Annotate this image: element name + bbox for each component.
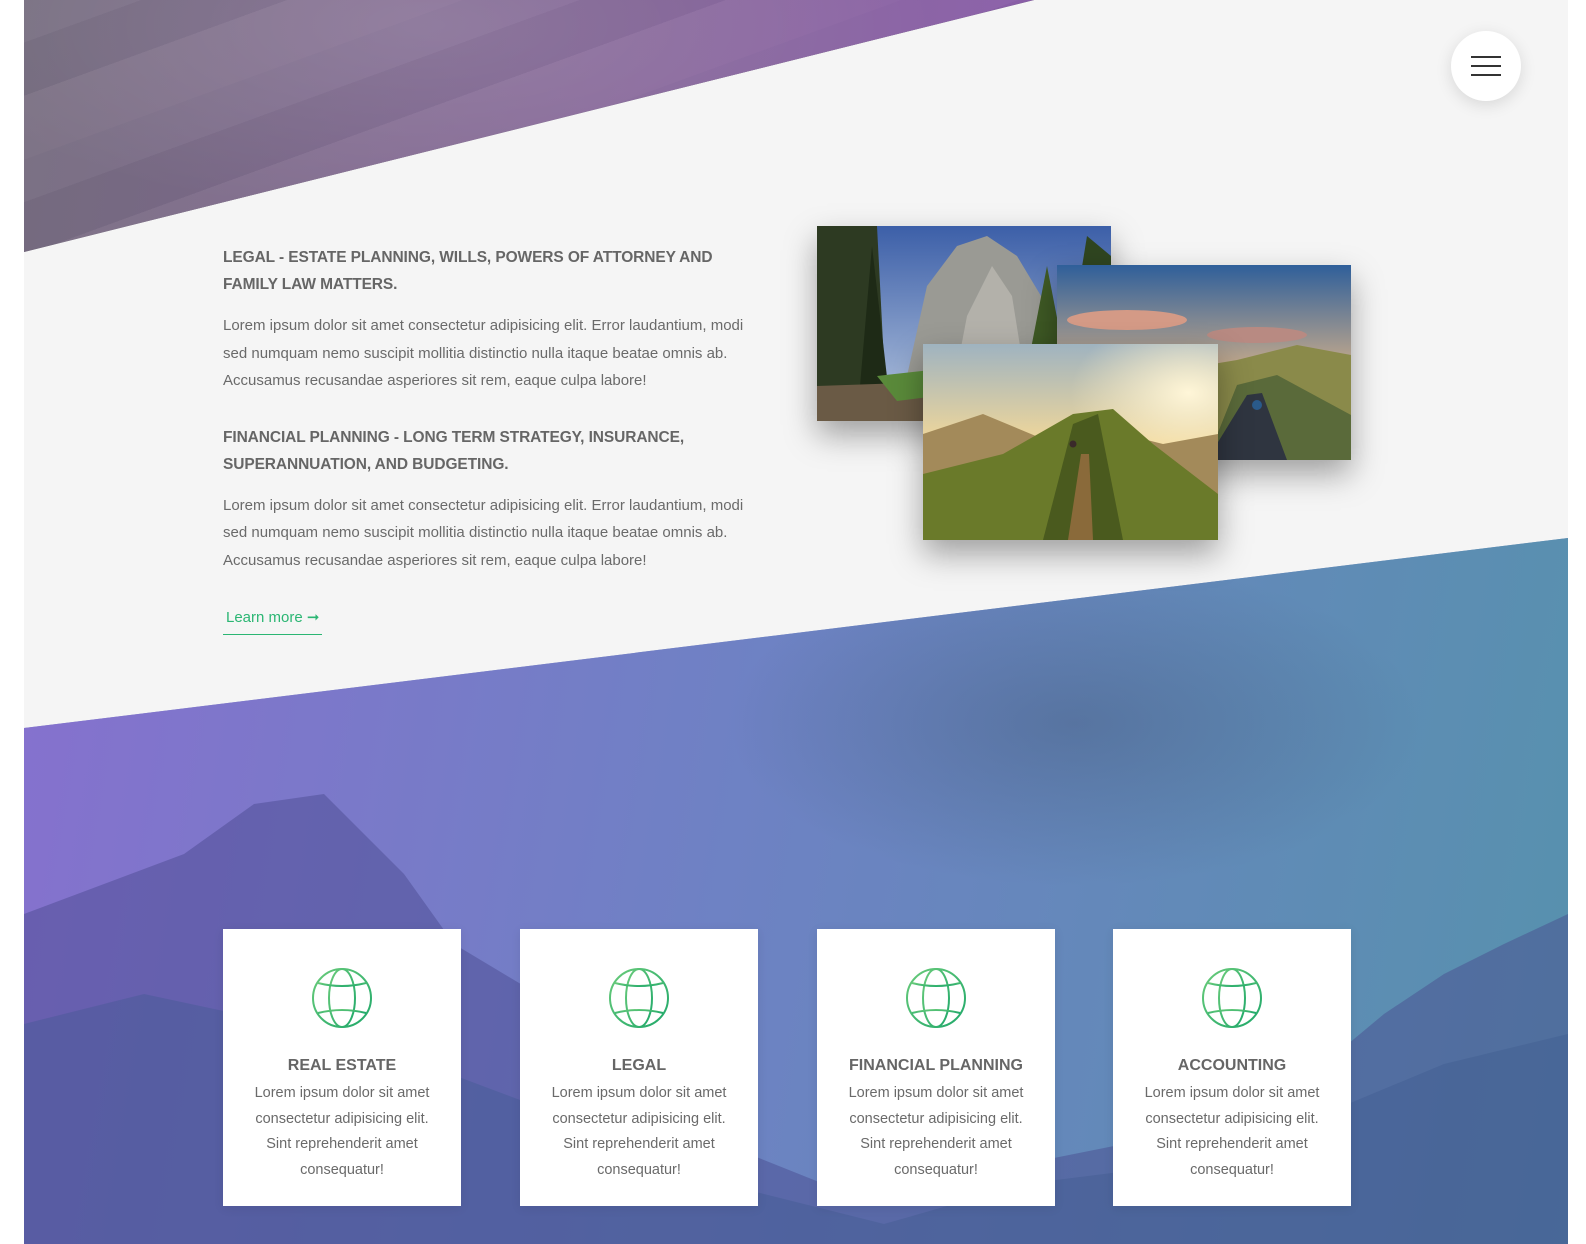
service-card-text: Lorem ipsum dolor sit amet consectetur a… bbox=[551, 1085, 727, 1178]
globe-icon bbox=[312, 968, 372, 1028]
globe-icon bbox=[1202, 968, 1262, 1028]
globe-icon bbox=[906, 968, 966, 1028]
globe-icon bbox=[609, 968, 669, 1028]
service-card-text: Lorem ipsum dolor sit amet consectetur a… bbox=[254, 1085, 430, 1178]
services-text-column: LEGAL - ESTATE PLANNING, WILLS, POWERS O… bbox=[223, 244, 768, 574]
service-card-accounting[interactable]: ACCOUNTING Lorem ipsum dolor sit amet co… bbox=[1113, 929, 1351, 1206]
service-card-title: ACCOUNTING bbox=[1177, 1057, 1287, 1074]
service-card-title: REAL ESTATE bbox=[287, 1057, 397, 1074]
service-card-text: Lorem ipsum dolor sit amet consectetur a… bbox=[848, 1085, 1024, 1178]
hamburger-menu-icon-line bbox=[1471, 74, 1501, 76]
service-card-real-estate[interactable]: REAL ESTATE Lorem ipsum dolor sit amet c… bbox=[223, 929, 461, 1206]
service-card-legal[interactable]: LEGAL Lorem ipsum dolor sit amet consect… bbox=[520, 929, 758, 1206]
mountain-ridge-hiker-photo bbox=[923, 344, 1218, 540]
section-paragraph: Lorem ipsum dolor sit amet consectetur a… bbox=[223, 317, 744, 389]
service-card-title: LEGAL bbox=[611, 1057, 667, 1074]
learn-more-link[interactable]: Learn more ➞ bbox=[223, 606, 323, 635]
hamburger-menu-icon bbox=[1471, 56, 1501, 58]
section-paragraph: Lorem ipsum dolor sit amet consectetur a… bbox=[223, 496, 744, 569]
hamburger-menu-icon-line bbox=[1471, 65, 1501, 67]
hero-image-wedge bbox=[24, 0, 1034, 252]
menu-button[interactable] bbox=[1451, 31, 1521, 101]
service-card-text: Lorem ipsum dolor sit amet consectetur a… bbox=[1144, 1085, 1320, 1178]
service-card-financial-planning[interactable]: FINANCIAL PLANNING Lorem ipsum dolor sit… bbox=[817, 929, 1055, 1206]
service-card-title: FINANCIAL PLANNING bbox=[849, 1057, 1023, 1074]
section-heading: LEGAL - ESTATE PLANNING, WILLS, POWERS O… bbox=[223, 249, 713, 293]
section-heading: FINANCIAL PLANNING - LONG TERM STRATEGY,… bbox=[223, 428, 685, 473]
page: LEGAL - ESTATE PLANNING, WILLS, POWERS O… bbox=[24, 0, 1568, 1244]
